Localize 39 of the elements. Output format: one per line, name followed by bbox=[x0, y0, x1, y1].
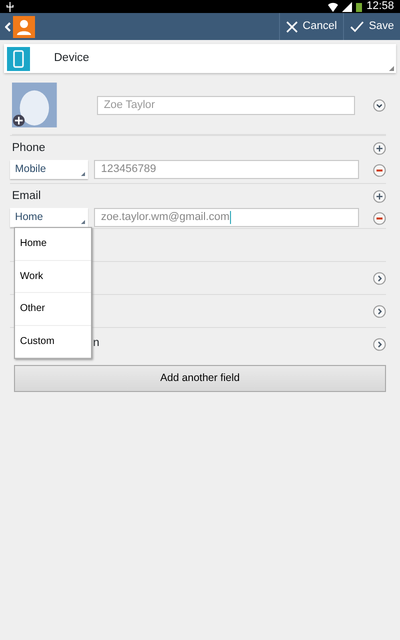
cancel-label: Cancel bbox=[302, 19, 337, 34]
dropdown-option[interactable]: Custom bbox=[15, 326, 91, 358]
status-time: 12:58 bbox=[366, 0, 394, 14]
row-title: n bbox=[93, 336, 100, 352]
corner-icon bbox=[81, 220, 85, 224]
add-field-button[interactable]: Add another field bbox=[14, 365, 386, 392]
remove-icon[interactable] bbox=[373, 212, 386, 225]
add-icon[interactable] bbox=[373, 190, 386, 203]
avatar-icon[interactable] bbox=[12, 82, 57, 128]
chevron-icon[interactable] bbox=[373, 272, 386, 284]
type-dropdown[interactable]: Mobile bbox=[10, 160, 88, 179]
cancel-button[interactable]: Cancel bbox=[278, 13, 343, 40]
type-dropdown[interactable]: Home bbox=[10, 208, 88, 227]
usb-icon bbox=[6, 2, 14, 12]
contacts-app-icon bbox=[13, 16, 35, 38]
wifi-icon bbox=[328, 2, 338, 12]
corner-icon bbox=[389, 66, 394, 71]
back-icon bbox=[5, 22, 11, 32]
dropdown-option[interactable]: Other bbox=[15, 293, 91, 326]
section-title: Phone bbox=[11, 140, 46, 156]
section-title: Email bbox=[11, 188, 41, 204]
battery-icon bbox=[356, 2, 362, 12]
account-selector[interactable]: Device bbox=[4, 44, 396, 73]
close-icon bbox=[286, 20, 298, 32]
dropdown-option[interactable]: Work bbox=[15, 260, 91, 293]
phone-field[interactable]: 123456789 bbox=[94, 160, 359, 179]
account-label: Device bbox=[54, 50, 90, 66]
check-icon bbox=[350, 20, 364, 32]
dropdown-option[interactable]: Home bbox=[15, 228, 91, 260]
add-icon[interactable] bbox=[373, 142, 386, 155]
chevron-icon[interactable] bbox=[373, 304, 386, 318]
corner-icon bbox=[81, 172, 85, 176]
remove-icon[interactable] bbox=[373, 164, 386, 177]
save-button[interactable]: Save bbox=[342, 13, 400, 40]
expand-icon[interactable] bbox=[373, 98, 386, 112]
email-field[interactable]: zoe.taylor.wm@gmail.com bbox=[94, 208, 359, 227]
save-label: Save bbox=[368, 19, 394, 34]
chevron-icon[interactable] bbox=[373, 338, 386, 350]
phone-icon bbox=[7, 46, 30, 70]
